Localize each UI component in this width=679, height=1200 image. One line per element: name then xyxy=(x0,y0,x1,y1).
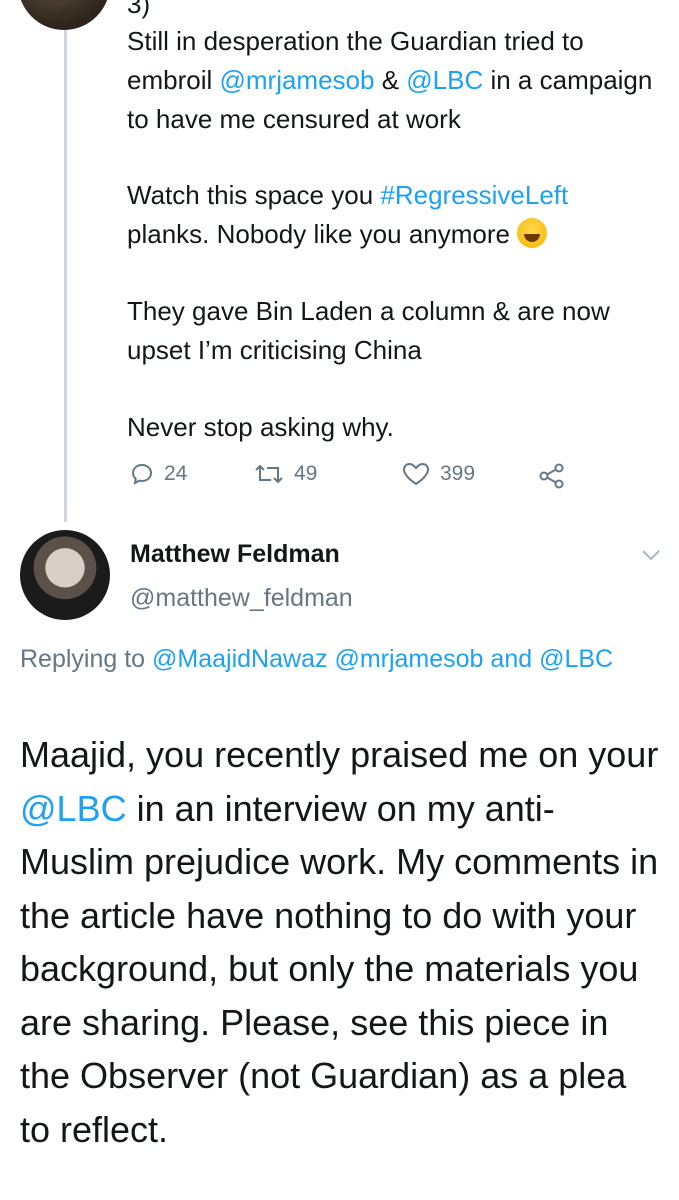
mention-link[interactable]: @mrjamesob xyxy=(219,65,374,95)
tweet-paragraph-2: Watch this space you #RegressiveLeft pla… xyxy=(127,176,657,254)
replying-prefix: Replying to xyxy=(20,645,153,673)
like-button[interactable]: 399 xyxy=(402,462,475,486)
share-button[interactable] xyxy=(538,462,566,490)
retweet-count: 49 xyxy=(294,462,318,485)
tweet-paragraph-3: They gave Bin Laden a column & are now u… xyxy=(127,296,617,365)
retweet-icon xyxy=(255,464,283,484)
retweet-button[interactable]: 49 xyxy=(254,462,317,486)
chevron-down-icon[interactable] xyxy=(638,545,664,565)
tweet-paragraph-1: Still in desperation the Guardian tried … xyxy=(127,22,657,139)
author-handle[interactable]: @matthew_feldman xyxy=(130,584,353,613)
tweet-text-cut-off: 3) xyxy=(127,0,151,19)
mention-link[interactable]: @mrjamesob xyxy=(334,645,483,673)
laughing-emoji-icon xyxy=(517,218,548,248)
text-span: Maajid, you recently praised me on your xyxy=(20,734,669,775)
like-count: 399 xyxy=(440,462,476,485)
tweet-actions: 24 49 399 xyxy=(130,462,590,496)
replying-and: and xyxy=(483,645,533,673)
mention-link[interactable]: @LBC xyxy=(539,645,613,673)
tweet-paragraph-4: Never stop asking why. xyxy=(127,412,394,442)
reply-tweet-text: Maajid, you recently praised me on your … xyxy=(20,728,665,1156)
mention-link[interactable]: @LBC xyxy=(20,788,127,829)
previous-author-avatar[interactable] xyxy=(18,0,110,30)
reply-count: 24 xyxy=(164,462,188,485)
mention-link[interactable]: @MaajidNawaz xyxy=(152,645,327,673)
mention-link[interactable]: @LBC xyxy=(406,65,483,95)
replying-to-line: Replying to @MaajidNawaz @mrjamesob and … xyxy=(20,641,660,678)
like-icon xyxy=(402,462,430,486)
author-name[interactable]: Matthew Feldman xyxy=(130,540,340,569)
share-icon xyxy=(539,463,564,489)
text-span: Watch this space you xyxy=(127,180,381,210)
thread-connector-line xyxy=(64,0,67,522)
reply-icon xyxy=(131,463,153,485)
text-span: & xyxy=(374,65,407,95)
text-span: in an interview on my anti-Muslim prejud… xyxy=(20,787,669,1150)
reply-author-avatar[interactable] xyxy=(20,530,110,620)
hashtag-link[interactable]: #RegressiveLeft xyxy=(380,180,568,210)
reply-button[interactable]: 24 xyxy=(130,462,187,486)
